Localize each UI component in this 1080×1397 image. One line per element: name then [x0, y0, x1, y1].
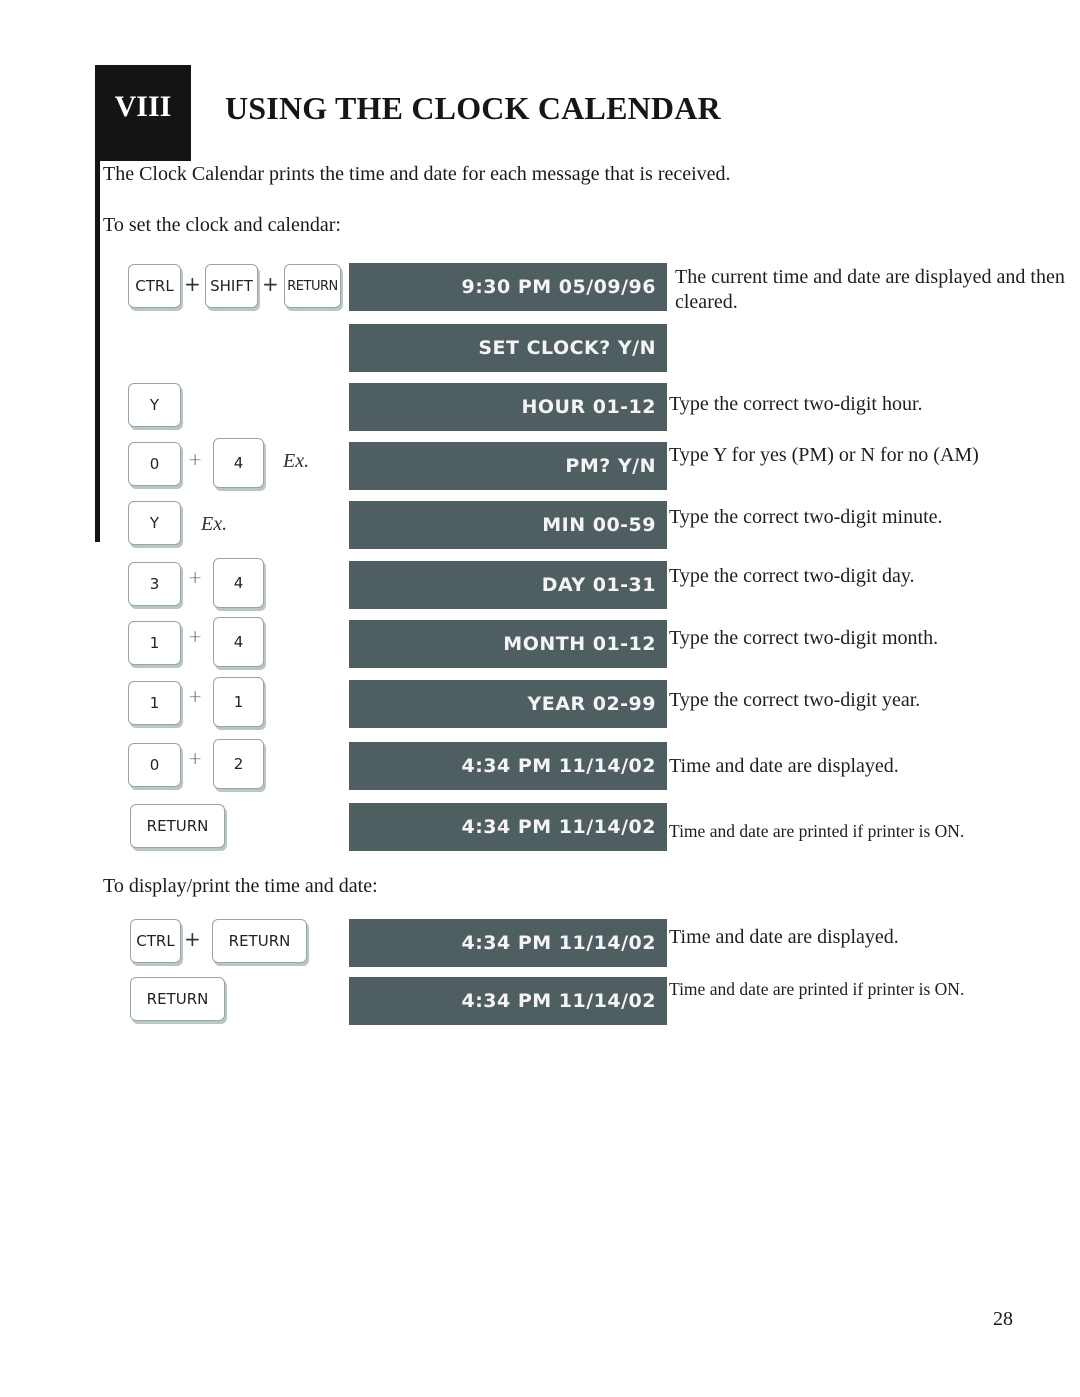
plus-sign: + — [188, 568, 203, 588]
plus-sign: + — [188, 687, 203, 707]
lcd-display: MIN 00-59 — [349, 501, 667, 549]
lcd-display: SET CLOCK? Y/N — [349, 324, 667, 372]
intro-paragraph: The Clock Calendar prints the time and d… — [103, 163, 731, 185]
lcd-display: 4:34 PM 11/14/02 — [349, 919, 667, 967]
set-section-heading: To set the clock and calendar: — [103, 214, 341, 236]
lcd-display: PM? Y/N — [349, 442, 667, 490]
key-ctrl: CTRL — [128, 264, 181, 308]
step-description: Type the correct two-digit minute. — [669, 506, 943, 528]
left-margin-rule — [95, 65, 100, 542]
page-title: USING THE CLOCK CALENDAR — [225, 90, 721, 126]
key-y: Y — [128, 383, 181, 427]
display-section-heading: To display/print the time and date: — [103, 875, 378, 897]
key-1: 1 — [128, 681, 181, 725]
lcd-display: YEAR 02-99 — [349, 680, 667, 728]
lcd-display: 4:34 PM 11/14/02 — [349, 742, 667, 790]
key-1: 1 — [128, 621, 181, 665]
key-return: RETURN — [130, 977, 225, 1021]
example-label: Ex. — [283, 450, 310, 472]
key-4: 4 — [213, 558, 264, 608]
step-description: Type the correct two-digit day. — [669, 565, 915, 587]
key-3: 3 — [128, 562, 181, 606]
lcd-display: 4:34 PM 11/14/02 — [349, 803, 667, 851]
key-shift: SHIFT — [205, 264, 258, 308]
step-description: Type the correct two-digit month. — [669, 627, 939, 649]
plus-sign: + — [184, 272, 201, 296]
step-description: Time and date are printed if printer is … — [669, 979, 965, 999]
key-2: 2 — [213, 739, 264, 789]
plus-sign: + — [262, 272, 279, 296]
key-1: 1 — [213, 677, 264, 727]
step-description: Time and date are displayed. — [669, 755, 899, 777]
step-description: Time and date are printed if printer is … — [669, 821, 965, 841]
example-label: Ex. — [201, 513, 228, 535]
lcd-display: DAY 01-31 — [349, 561, 667, 609]
plus-sign: + — [188, 749, 203, 769]
lcd-display: HOUR 01-12 — [349, 383, 667, 431]
key-return: RETURN — [284, 264, 341, 308]
step-description: The current time and date are displayed … — [675, 266, 1065, 313]
plus-sign: + — [184, 927, 201, 951]
step-description: Time and date are displayed. — [669, 926, 899, 948]
plus-sign: + — [188, 627, 203, 647]
lcd-display: 9:30 PM 05/09/96 — [349, 263, 667, 311]
step-description: Type the correct two-digit hour. — [669, 393, 923, 415]
chapter-number: VIII — [114, 90, 172, 123]
key-4: 4 — [213, 617, 264, 667]
key-0: 0 — [128, 743, 181, 787]
key-y: Y — [128, 501, 181, 545]
key-return: RETURN — [212, 919, 307, 963]
key-0: 0 — [128, 442, 181, 486]
step-description: Type the correct two-digit year. — [669, 689, 921, 711]
lcd-display: 4:34 PM 11/14/02 — [349, 977, 667, 1025]
key-return: RETURN — [130, 804, 225, 848]
plus-sign: + — [188, 450, 203, 470]
lcd-display: MONTH 01-12 — [349, 620, 667, 668]
key-4: 4 — [213, 438, 264, 488]
step-description: Type Y for yes (PM) or N for no (AM) — [669, 444, 979, 466]
page-number: 28 — [993, 1308, 1013, 1330]
key-ctrl: CTRL — [130, 919, 181, 963]
